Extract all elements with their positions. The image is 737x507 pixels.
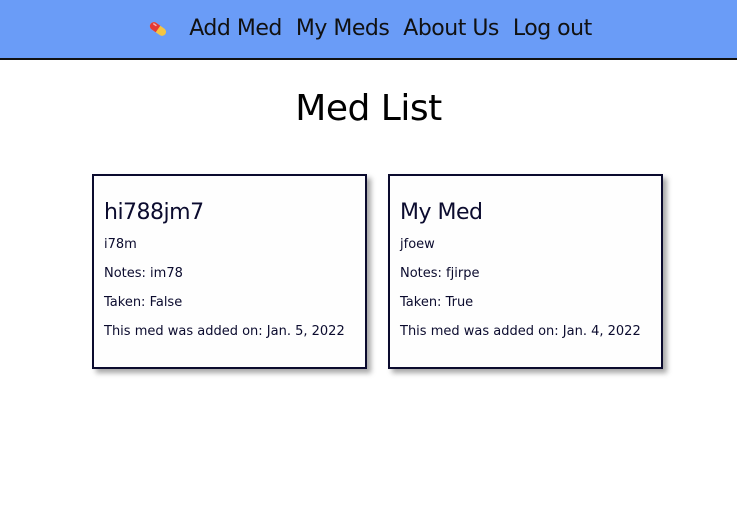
med-card[interactable]: hi788jm7 i78m Notes: im78 Taken: False T… [92,174,367,369]
med-added-date: This med was added on: Jan. 4, 2022 [400,324,641,339]
nav-link-log-out[interactable]: Log out [513,18,592,40]
med-description: i78m [104,237,137,252]
nav-link-add-med[interactable]: Add Med [189,18,282,40]
navbar: Add Med My Meds About Us Log out [0,0,737,60]
nav-link-my-meds[interactable]: My Meds [296,18,390,40]
med-name: hi788jm7 [104,200,204,225]
page-title: Med List [295,88,442,129]
med-description: jfoew [400,237,435,252]
med-name: My Med [400,200,483,225]
med-card[interactable]: My Med jfoew Notes: fjirpe Taken: True T… [388,174,663,369]
med-taken-status: Taken: True [400,295,474,310]
nav-link-about-us[interactable]: About Us [403,18,499,40]
med-added-date: This med was added on: Jan. 5, 2022 [104,324,345,339]
med-taken-status: Taken: False [104,295,183,310]
med-card-list: hi788jm7 i78m Notes: im78 Taken: False T… [92,174,663,369]
med-notes: Notes: im78 [104,266,183,281]
pill-icon[interactable] [145,16,171,42]
med-notes: Notes: fjirpe [400,266,480,281]
